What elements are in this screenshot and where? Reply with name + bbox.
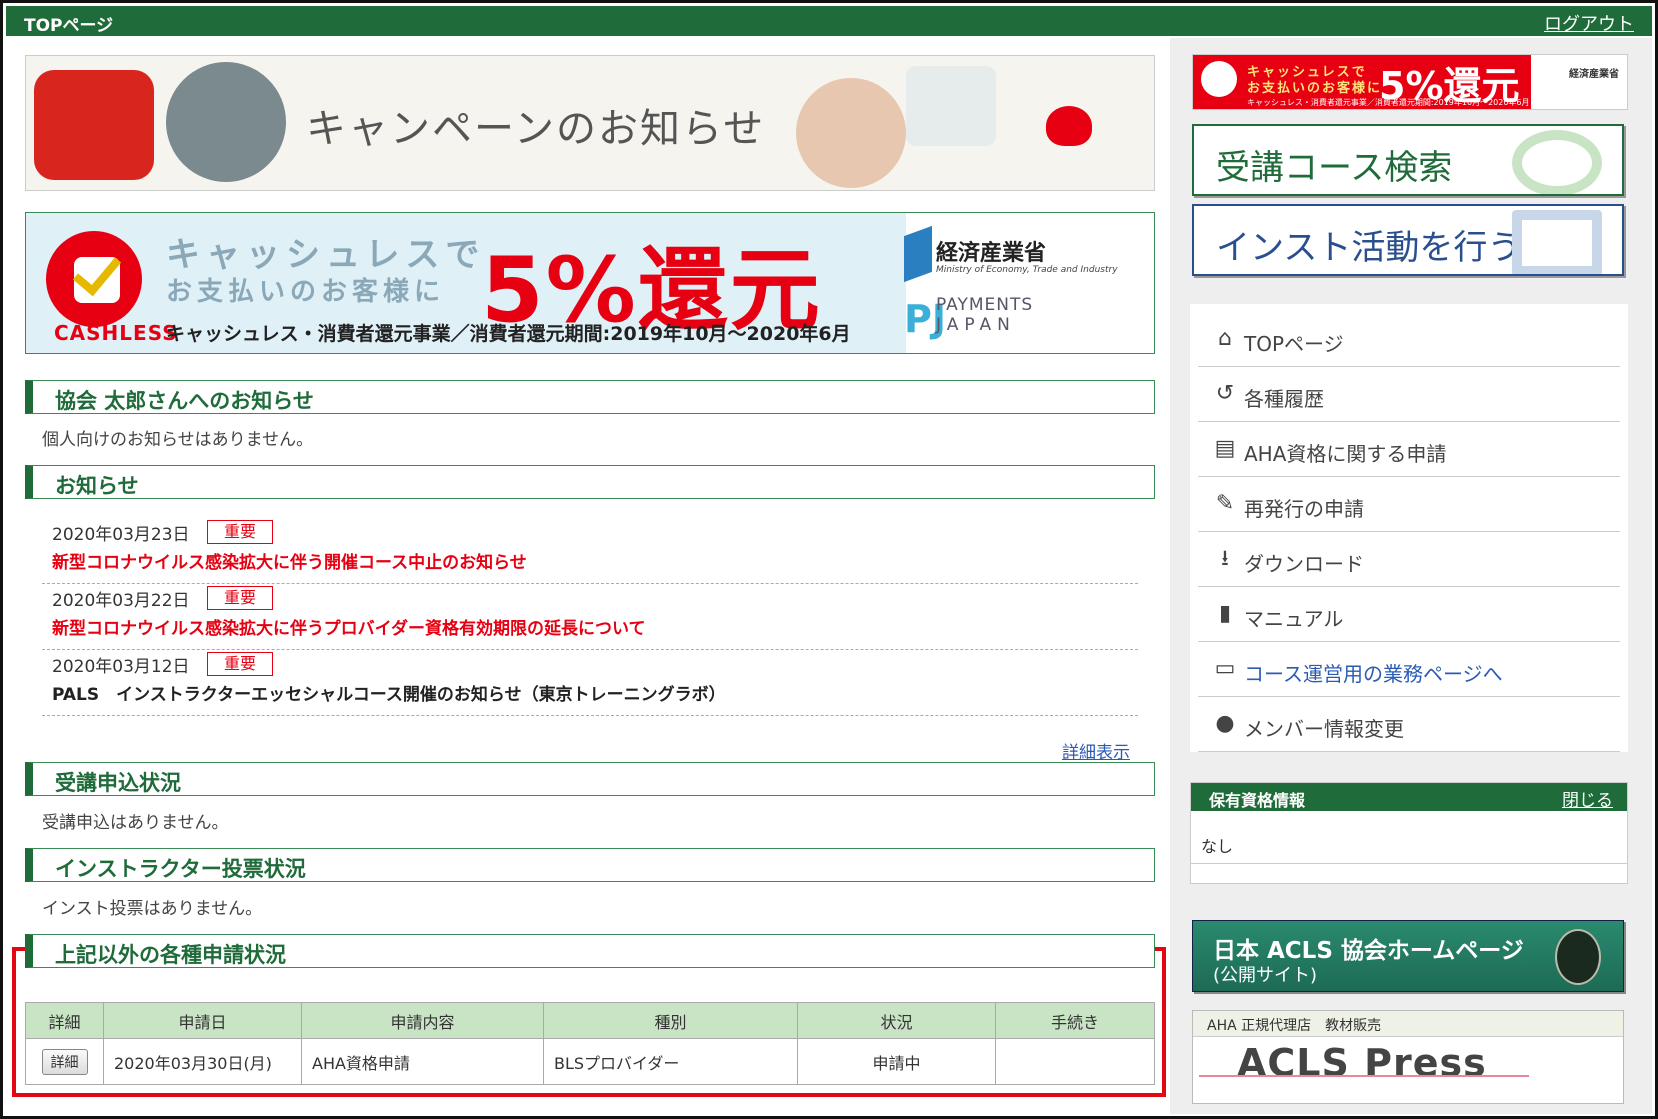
heart-icon	[1046, 106, 1092, 146]
menu-item-member-info[interactable]: ● メンバー情報変更	[1198, 697, 1620, 752]
news-item[interactable]: 2020年03月22日 重要 新型コロナウイルス感染拡大に伴うプロバイダー資格有…	[42, 584, 1138, 650]
news-title[interactable]: PALS インストラクターエッセシャルコース開催のお知らせ（東京トレーニングラボ…	[52, 680, 726, 705]
menu-item-history[interactable]: ↺ 各種履歴	[1198, 367, 1620, 422]
campaign-banner[interactable]: キャンペーンのお知らせ	[25, 55, 1155, 191]
menu-item-reissue[interactable]: ✎ 再発行の申請	[1198, 477, 1620, 532]
monitor-icon: ▭	[1214, 656, 1236, 681]
personal-empty: 個人向けのお知らせはありません。	[42, 430, 314, 450]
header-bar: TOPページ ログアウト	[6, 6, 1652, 36]
menu-item-top[interactable]: ⌂ TOPページ	[1198, 312, 1620, 367]
cell-action	[995, 1038, 1155, 1085]
menu-item-manual[interactable]: ▮ マニュアル	[1198, 587, 1620, 642]
id-card-icon: ▤	[1214, 436, 1236, 461]
ecg-line-icon	[1199, 1075, 1529, 1077]
news-item[interactable]: 2020年03月12日 重要 PALS インストラクターエッセシャルコース開催の…	[42, 650, 1138, 716]
section-enroll: 受講申込状況	[25, 762, 1155, 796]
col-action: 手続き	[995, 1002, 1155, 1039]
aed-image	[34, 70, 154, 180]
close-link[interactable]: 閉じる	[1562, 786, 1613, 811]
cashless-logo-icon	[1201, 61, 1237, 97]
ministry-name-en: Ministry of Economy, Trade and Industry	[936, 265, 1118, 275]
table-header-row: 詳細 申請日 申請内容 種別 状況 手続き	[25, 1002, 1155, 1039]
cashless-mini-banner[interactable]: キャッシュレスで お支払いのお客様に 5%還元 キャッシュレス・消費者還元事業／…	[1192, 54, 1628, 110]
news-title[interactable]: 新型コロナウイルス感染拡大に伴うプロバイダー資格有効期限の延長について	[52, 614, 645, 639]
cell-date: 2020年03月30日(月)	[103, 1038, 302, 1085]
hands-photo	[796, 78, 906, 188]
ministry-name: 経済産業省	[936, 241, 1047, 266]
book-icon: ▮	[1218, 601, 1232, 626]
payments-japan: PAYMENTS JAPAN	[936, 295, 1034, 335]
magnifier-icon	[1512, 130, 1602, 194]
section-vote: インストラクター投票状況	[25, 848, 1155, 882]
detail-button[interactable]: 詳細	[41, 1048, 88, 1075]
acls-seal-icon	[1555, 929, 1601, 985]
col-type: 種別	[543, 1002, 798, 1039]
course-search-button[interactable]: 受講コース検索	[1192, 124, 1624, 196]
news-item[interactable]: 2020年03月23日 重要 新型コロナウイルス感染拡大に伴う開催コース中止のお…	[42, 518, 1138, 584]
qualification-value: なし	[1201, 837, 1234, 856]
menu-item-download[interactable]: ⭳ ダウンロード	[1198, 532, 1620, 587]
user-icon: ●	[1215, 711, 1235, 736]
acls-press-banner[interactable]: AHA 正規代理店 教材販売 ACLS Press	[1192, 1010, 1624, 1104]
cashless-line2: お支払いのお客様に	[166, 277, 446, 307]
vote-empty: インスト投票はありません。	[42, 899, 263, 919]
family-photo	[166, 62, 286, 182]
col-status: 状況	[797, 1002, 996, 1039]
qualification-header: 保有資格情報 閉じる	[1191, 783, 1627, 811]
section-personal: 協会 太郎さんへのお知らせ	[25, 380, 1155, 414]
news-title[interactable]: 新型コロナウイルス感染拡大に伴う開催コース中止のお知らせ	[52, 548, 527, 573]
important-badge: 重要	[207, 586, 273, 610]
qualification-panel: 保有資格情報 閉じる なし	[1190, 782, 1628, 884]
enroll-empty: 受講申込はありません。	[42, 813, 229, 833]
cashless-line1: キャッシュレスで	[166, 235, 486, 275]
col-detail: 詳細	[25, 1002, 104, 1039]
col-date: 申請日	[103, 1002, 302, 1039]
page-title: TOPページ	[24, 16, 114, 36]
cell-status: 申請中	[797, 1038, 996, 1085]
acls-press-logo: ACLS Press	[1237, 1041, 1487, 1085]
important-badge: 重要	[207, 652, 273, 676]
download-icon: ⭳	[1221, 546, 1229, 571]
cashless-footer: キャッシュレス・消費者還元事業／消費者還元期間:2019年10月〜2020年6月	[166, 323, 851, 345]
table-row: 詳細 2020年03月30日(月) AHA資格申請 BLSプロバイダー 申請中	[25, 1038, 1155, 1085]
ambulance-image	[906, 66, 996, 146]
history-icon: ↺	[1215, 381, 1235, 406]
cashless-logo	[46, 231, 142, 327]
cell-content: AHA資格申請	[301, 1038, 544, 1085]
section-requests: 上記以外の各種申請状況	[25, 934, 1155, 968]
home-icon: ⌂	[1218, 326, 1232, 351]
instructor-activity-button[interactable]: インスト活動を行う	[1192, 204, 1624, 276]
cashless-banner[interactable]: CASHLESS キャッシュレスで お支払いのお客様に 5%還元 キャッシュレス…	[25, 212, 1155, 354]
col-content: 申請内容	[301, 1002, 544, 1039]
important-badge: 重要	[207, 520, 273, 544]
menu-item-aha-application[interactable]: ▤ AHA資格に関する申請	[1198, 422, 1620, 477]
requests-table: 詳細 申請日 申請内容 種別 状況 手続き 詳細 2020年03月30日(月) …	[25, 1002, 1155, 1085]
campaign-title: キャンペーンのお知らせ	[306, 106, 766, 152]
side-menu: ⌂ TOPページ ↺ 各種履歴 ▤ AHA資格に関する申請 ✎ 再発行の申請 ⭳…	[1190, 304, 1628, 752]
logout-link[interactable]: ログアウト	[1544, 10, 1634, 36]
instructor-icon	[1512, 210, 1602, 274]
menu-item-course-operations[interactable]: ▭ コース運営用の業務ページへ	[1198, 642, 1620, 697]
section-news: お知らせ	[25, 465, 1155, 499]
edit-icon: ✎	[1215, 491, 1235, 516]
more-link[interactable]: 詳細表示	[1062, 738, 1130, 763]
cashless-word: CASHLESS	[54, 321, 178, 345]
acls-home-banner[interactable]: 日本 ACLS 協会ホームページ (公開サイト)	[1192, 920, 1624, 992]
cell-type: BLSプロバイダー	[543, 1038, 798, 1085]
